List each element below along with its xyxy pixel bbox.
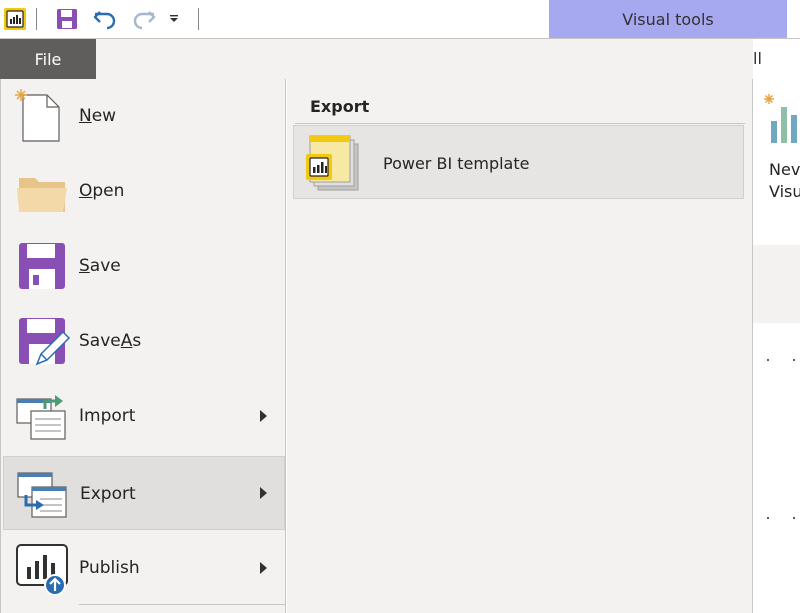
menu-item-label: Export xyxy=(80,457,136,531)
label-part: s xyxy=(132,331,142,351)
label-part: ew xyxy=(91,106,117,126)
powerbi-logo-icon xyxy=(2,0,28,38)
menu-item-publish[interactable]: Publish xyxy=(3,531,285,605)
new-visual-label-line2: Visu xyxy=(769,182,800,201)
submenu-arrow-icon xyxy=(260,562,267,574)
title-bar: Visual tools xyxy=(0,0,800,38)
grid-dot xyxy=(793,517,795,519)
floppy-disk-icon xyxy=(57,9,77,29)
label-mnemonic: S xyxy=(79,256,90,276)
label-mnemonic: N xyxy=(79,106,92,126)
label-part: Export xyxy=(80,484,136,504)
panel-title: Export xyxy=(310,97,370,116)
undo-icon xyxy=(93,11,116,30)
menu-item-label: Open xyxy=(79,154,124,228)
label-part: ave xyxy=(89,256,121,276)
dropdown-arrow-icon xyxy=(170,15,178,22)
floppy-disk-pencil-icon xyxy=(19,318,71,366)
export-option-label: Power BI template xyxy=(383,153,530,173)
label-mnemonic: A xyxy=(120,331,133,351)
menu-item-label: Save xyxy=(79,229,121,303)
ribbon-fragment: Nev Visu xyxy=(753,79,800,246)
undo-button[interactable] xyxy=(90,0,120,38)
titlebar-edge xyxy=(787,0,800,38)
floppy-disk-icon xyxy=(19,243,65,289)
toolbar-separator xyxy=(198,8,199,30)
menu-item-label: New xyxy=(79,79,116,153)
quick-save-button[interactable] xyxy=(52,0,82,38)
toolbar-separator xyxy=(36,8,37,30)
export-icon xyxy=(17,472,67,518)
new-visual-label: Nev Visu xyxy=(769,159,800,203)
file-menu: New Open Save Save As Import Export Publ… xyxy=(0,79,286,613)
label-part: Import xyxy=(79,406,136,426)
label-part: Save xyxy=(79,331,121,351)
report-background: Nev Visu xyxy=(753,79,800,613)
label-mnemonic: O xyxy=(79,181,93,201)
panel-title-divider xyxy=(295,123,745,124)
file-tab-label: File xyxy=(34,49,62,69)
menu-item-export[interactable]: Export xyxy=(3,456,285,530)
ribbon-tab-row: File xyxy=(0,38,753,79)
submenu-arrow-icon xyxy=(260,487,267,499)
file-tab[interactable]: File xyxy=(0,39,96,79)
menu-item-label: Import xyxy=(79,379,135,453)
grid-dot xyxy=(767,359,769,361)
label-part: Publish xyxy=(79,558,140,578)
new-visual-label-line1: Nev xyxy=(769,160,800,179)
grid-dot xyxy=(793,359,795,361)
new-visual-icon xyxy=(764,94,797,143)
powerbi-template-icon xyxy=(306,135,359,191)
menu-item-save-as[interactable]: Save As xyxy=(3,304,285,378)
export-option-powerbi-template[interactable]: Power BI template xyxy=(293,125,744,199)
visual-tools-label: Visual tools xyxy=(622,9,714,29)
submenu-arrow-icon xyxy=(260,410,267,422)
folder-icon xyxy=(17,178,67,212)
visual-tools-context-tab[interactable]: Visual tools xyxy=(549,0,787,38)
menu-item-new[interactable]: New xyxy=(3,79,285,153)
menu-separator xyxy=(79,604,285,605)
new-file-icon xyxy=(15,89,60,142)
menu-item-label: Save As xyxy=(79,304,141,378)
ribbon-tab-fragment-label: ll xyxy=(753,49,762,68)
menu-item-label: Publish xyxy=(79,531,140,605)
formula-band xyxy=(753,245,800,323)
menu-item-open[interactable]: Open xyxy=(3,154,285,228)
grid-dot xyxy=(767,517,769,519)
menu-item-import[interactable]: Import xyxy=(3,379,285,453)
redo-button[interactable] xyxy=(129,0,159,38)
publish-icon xyxy=(16,544,68,595)
export-panel: Export Power BI template xyxy=(287,79,753,613)
ribbon-tab-fragment: ll xyxy=(753,38,800,78)
redo-icon xyxy=(133,11,156,30)
menu-item-save[interactable]: Save xyxy=(3,229,285,303)
label-part: pen xyxy=(92,181,125,201)
import-icon xyxy=(16,395,66,440)
report-canvas xyxy=(753,323,800,613)
customize-quick-access-button[interactable] xyxy=(165,0,183,38)
